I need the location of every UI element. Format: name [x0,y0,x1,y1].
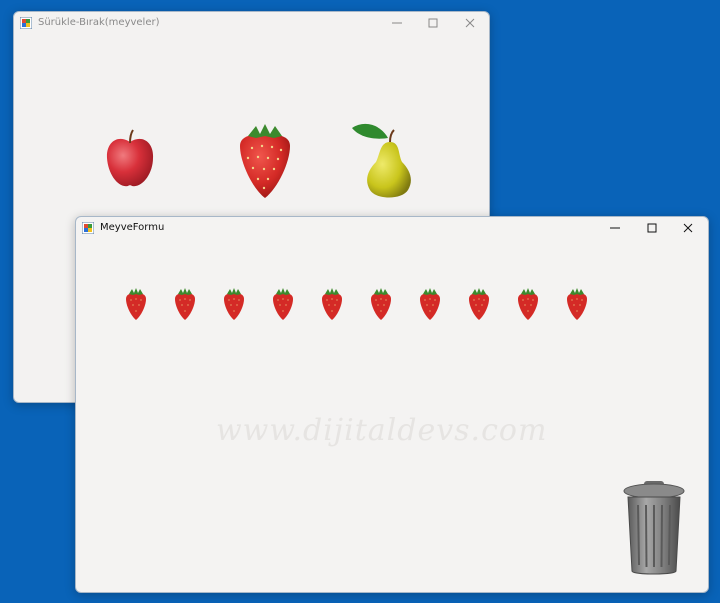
title-bar[interactable]: MeyveFormu [76,217,708,239]
maximize-icon [428,18,438,28]
strawberry-icon[interactable] [234,122,296,200]
strawberry-icon[interactable] [124,287,148,321]
close-button[interactable] [670,217,706,239]
window-title: MeyveFormu [100,222,165,233]
maximize-button[interactable] [634,217,670,239]
maximize-button[interactable] [415,12,451,34]
minimize-icon [610,227,620,229]
strawberry-icon[interactable] [320,287,344,321]
strawberry-icon[interactable] [418,287,442,321]
maximize-icon [647,223,657,233]
app-icon [20,17,32,29]
strawberry-icon[interactable] [516,287,540,321]
minimize-button[interactable] [597,217,633,239]
pear-icon[interactable] [350,120,416,200]
title-bar[interactable]: Sürükle-Bırak(meyveler) [14,12,489,34]
window-meyve-formu[interactable]: MeyveFormu www.dijitaldevs.com [75,216,709,593]
minimize-icon [392,22,402,24]
strawberry-icon[interactable] [271,287,295,321]
close-icon [465,18,475,28]
trash-can-icon[interactable] [622,477,686,577]
strawberry-icon[interactable] [565,287,589,321]
strawberry-icon[interactable] [222,287,246,321]
strawberry-icon[interactable] [467,287,491,321]
close-icon [683,223,693,233]
apple-icon[interactable] [104,128,156,190]
close-button[interactable] [452,12,488,34]
app-icon [82,222,94,234]
watermark: www.dijitaldevs.com [216,413,548,448]
strawberry-icon[interactable] [369,287,393,321]
strawberry-icon[interactable] [173,287,197,321]
window-title: Sürükle-Bırak(meyveler) [38,17,160,28]
minimize-button[interactable] [379,12,415,34]
